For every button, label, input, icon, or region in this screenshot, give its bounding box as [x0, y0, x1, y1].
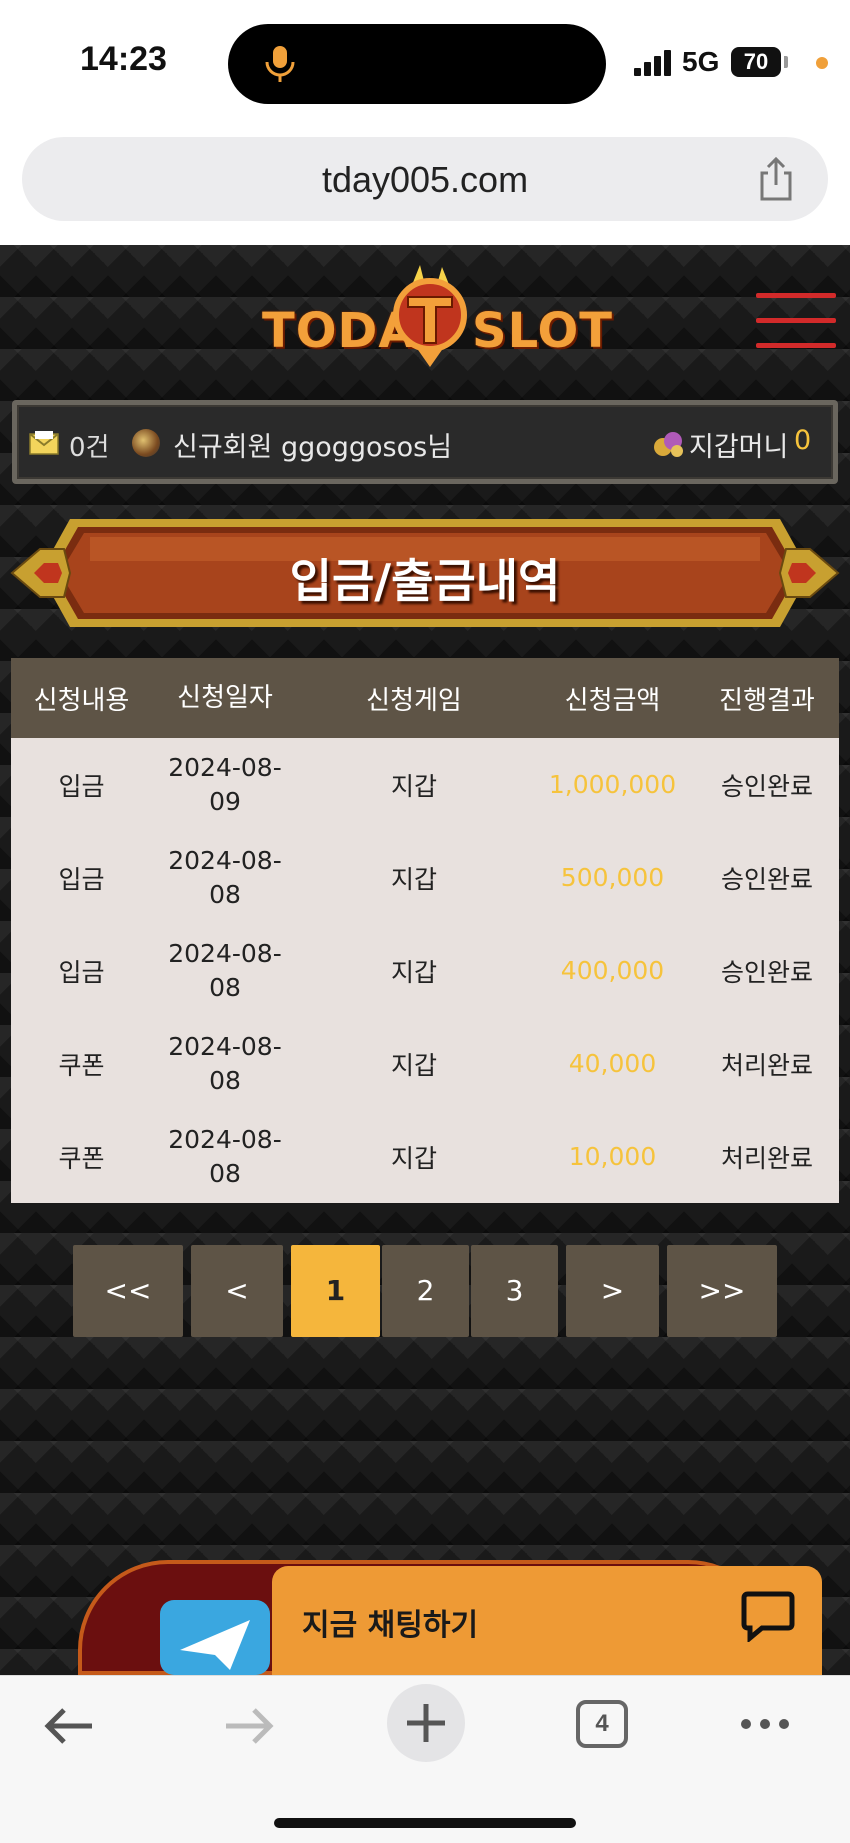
cell-game: 지갑 [390, 771, 437, 801]
cell-date-line2: 08 [209, 972, 241, 1002]
plus-icon [407, 1704, 445, 1742]
header-game: 신청게임 [366, 685, 462, 716]
cell-amount: 400,000 [560, 956, 665, 985]
site-logo[interactable]: TODAY SLOT [262, 263, 612, 373]
cell-result: 승인완료 [720, 957, 813, 987]
cell-date: 2024-08- 08 [152, 1030, 298, 1098]
pagination: << < 1 2 3 > >> [0, 1245, 850, 1337]
cell-type: 입금 [58, 957, 105, 987]
cell-result: 처리완료 [720, 1050, 813, 1080]
page-title: 입금/출금내역 [289, 554, 561, 608]
table-row: 입금 2024-08- 08 지갑 500,000 승인완료 [11, 831, 839, 924]
table-header: 신청내용 신청일자 신청게임 신청금액 진행결과 [11, 658, 839, 738]
pagination-next-button[interactable]: > [566, 1245, 659, 1337]
transaction-table: 신청내용 신청일자 신청게임 신청금액 진행결과 입금 2024-08- 09 지… [11, 658, 839, 1203]
cell-date: 2024-08- 09 [152, 751, 298, 819]
cell-date-line1: 2024-08- [168, 1031, 282, 1061]
header-amount: 신청금액 [564, 685, 661, 716]
member-name: ggoggosos [280, 432, 428, 463]
cell-amount: 500,000 [560, 863, 665, 892]
cell-game: 지갑 [390, 1050, 437, 1080]
pagination-first-button[interactable]: << [73, 1245, 183, 1337]
cell-game: 지갑 [390, 864, 437, 894]
cell-date-line2: 08 [209, 1065, 241, 1095]
member-grade-icon [132, 429, 160, 457]
dynamic-island [228, 24, 606, 104]
cell-date: 2024-08- 08 [152, 937, 298, 1005]
telegram-icon[interactable] [160, 1600, 270, 1675]
wallet-value: 0 [794, 425, 812, 456]
browser-toolbar: 4 [0, 1675, 850, 1843]
cell-game: 지갑 [390, 1143, 437, 1173]
telegram-plane-icon [180, 1620, 250, 1670]
header-result: 진행결과 [719, 685, 815, 716]
wallet-label: 지갑머니 [689, 432, 789, 463]
cell-amount: 10,000 [568, 1142, 657, 1171]
cell-game: 지갑 [390, 957, 437, 987]
table-row: 쿠폰 2024-08- 08 지갑 40,000 처리완료 [11, 1017, 839, 1110]
cell-date-line1: 2024-08- [168, 752, 282, 782]
member-level: 신규회원 [173, 432, 273, 463]
forward-arrow-icon[interactable] [222, 1706, 274, 1746]
table-row: 입금 2024-08- 08 지갑 400,000 승인완료 [11, 924, 839, 1017]
battery-icon: 70 [731, 47, 781, 77]
pagination-page-1[interactable]: 1 [291, 1245, 380, 1337]
new-tab-button[interactable] [387, 1684, 465, 1762]
member-greeting: 신규회원 ggoggosos님 [173, 425, 452, 464]
chat-label[interactable]: 지금 채팅하기 [302, 1600, 478, 1644]
microphone-icon [265, 46, 295, 82]
cell-type: 입금 [58, 864, 105, 894]
header-date: 신청일자 [177, 683, 273, 713]
cell-date-line2: 08 [209, 1158, 241, 1188]
browser-url-area: tday005.com [0, 125, 850, 245]
mail-icon[interactable] [29, 431, 59, 455]
cell-result: 승인완료 [720, 771, 813, 801]
message-count[interactable]: 0건 [69, 427, 109, 464]
url-bar[interactable]: tday005.com [22, 137, 828, 221]
chat-bubble-icon[interactable] [740, 1590, 796, 1642]
pagination-last-button[interactable]: >> [667, 1245, 777, 1337]
more-icon[interactable] [738, 1716, 792, 1732]
battery-tip [784, 56, 788, 68]
privacy-indicator-dot [816, 57, 828, 69]
share-icon[interactable] [754, 155, 798, 203]
status-bar: 14:23 5G 70 [0, 0, 850, 125]
cell-date-line1: 2024-08- [168, 1124, 282, 1154]
status-time: 14:23 [80, 40, 167, 78]
cell-date-line2: 08 [209, 879, 241, 909]
url-text[interactable]: tday005.com [22, 159, 828, 201]
live-chat-widget[interactable]: 지금 채팅하기 [272, 1566, 822, 1675]
cell-type: 입금 [58, 771, 105, 801]
table-row: 입금 2024-08- 09 지갑 1,000,000 승인완료 [11, 738, 839, 831]
pagination-prev-button[interactable]: < [191, 1245, 283, 1337]
cell-date: 2024-08- 08 [152, 844, 298, 912]
network-label: 5G [682, 46, 720, 77]
cell-date-line1: 2024-08- [168, 938, 282, 968]
page-title-banner: 입금/출금내역 [10, 513, 840, 633]
site-content: TODAY SLOT 0건 신규회원 ggoggosos님 지갑머니 0 입금/… [0, 245, 850, 1675]
cell-date-line2: 09 [209, 786, 241, 816]
cell-amount: 1,000,000 [548, 770, 677, 799]
member-suffix: 님 [427, 432, 453, 463]
logo-text-slot: SLOT [472, 303, 613, 359]
cell-date: 2024-08- 08 [152, 1123, 298, 1191]
wallet-money-icon [654, 432, 683, 457]
table-row: 쿠폰 2024-08- 08 지갑 10,000 처리완료 [11, 1110, 839, 1203]
header-type: 신청내용 [33, 685, 130, 716]
pagination-page-2[interactable]: 2 [382, 1245, 469, 1337]
cell-amount: 40,000 [568, 1049, 657, 1078]
tabs-button[interactable]: 4 [576, 1700, 628, 1748]
cell-result: 승인완료 [720, 864, 813, 894]
home-indicator [274, 1818, 576, 1828]
signal-icon [634, 50, 671, 76]
menu-icon[interactable] [756, 293, 836, 353]
back-arrow-icon[interactable] [44, 1706, 96, 1746]
logo-emblem-icon [393, 265, 467, 367]
cell-type: 쿠폰 [58, 1050, 105, 1080]
pagination-page-3[interactable]: 3 [471, 1245, 558, 1337]
member-info-bar: 0건 신규회원 ggoggosos님 지갑머니 0 [12, 400, 838, 484]
cell-type: 쿠폰 [58, 1143, 105, 1173]
cell-date-line1: 2024-08- [168, 845, 282, 875]
cell-result: 처리완료 [720, 1143, 813, 1173]
